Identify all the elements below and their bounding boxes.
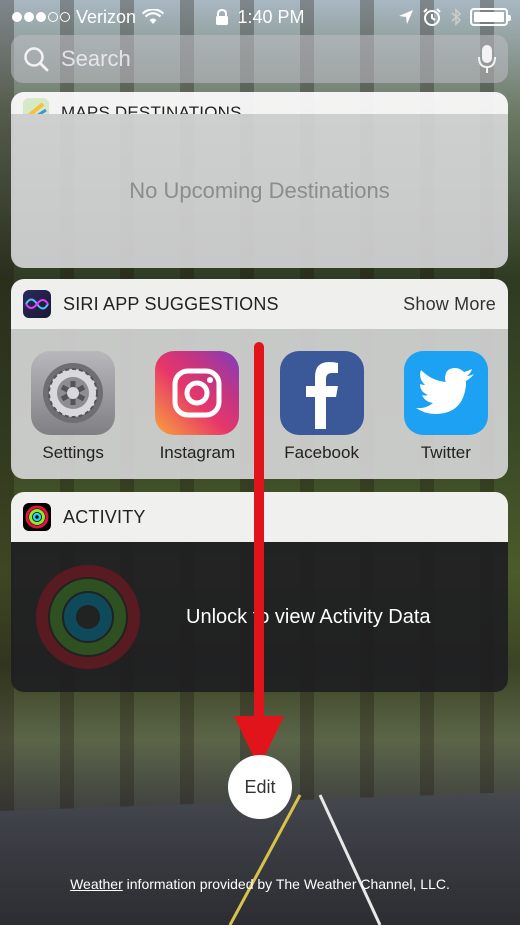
- app-label: Settings: [42, 443, 104, 462]
- maps-empty-message: No Upcoming Destinations: [129, 178, 390, 203]
- widget-body: No Upcoming Destinations: [11, 114, 508, 268]
- instagram-icon: [155, 351, 240, 435]
- facebook-icon: [279, 351, 364, 435]
- carrier-name: Verizon: [76, 6, 137, 27]
- lock-icon: [216, 9, 229, 25]
- maps-destinations-widget[interactable]: MAPS DESTINATIONS No Upcoming Destinatio…: [11, 92, 508, 268]
- app-instagram[interactable]: Instagram: [142, 351, 252, 479]
- widget-title: ACTIVITY: [63, 506, 146, 527]
- activity-icon: [23, 503, 51, 531]
- widget-title: SIRI APP SUGGESTIONS: [63, 293, 279, 314]
- widget-header[interactable]: MAPS DESTINATIONS: [11, 92, 508, 114]
- microphone-icon[interactable]: [478, 44, 496, 74]
- twitter-icon: [403, 351, 488, 435]
- weather-attribution: Weather information provided by The Weat…: [0, 876, 520, 892]
- edit-button[interactable]: Edit: [228, 755, 292, 819]
- search-placeholder[interactable]: Search: [61, 46, 478, 72]
- weather-link[interactable]: Weather: [70, 876, 123, 892]
- location-icon: [399, 10, 413, 24]
- app-label: Facebook: [284, 443, 359, 462]
- battery-icon: [470, 8, 511, 26]
- app-label: Twitter: [420, 443, 471, 462]
- status-bar: Verizon 1:40 PM: [0, 0, 520, 34]
- settings-icon: [31, 351, 116, 435]
- activity-rings-icon: [36, 565, 140, 669]
- search-bar[interactable]: Search: [11, 35, 508, 83]
- status-time: 1:40 PM: [237, 6, 305, 27]
- app-label: Instagram: [159, 443, 236, 462]
- annotation-arrow-shaft: [254, 342, 264, 727]
- wifi-icon: [142, 9, 165, 24]
- app-settings[interactable]: Settings: [18, 351, 128, 479]
- siri-icon: [23, 290, 51, 318]
- show-more-button[interactable]: Show More: [403, 294, 496, 315]
- app-twitter[interactable]: Twitter: [391, 351, 501, 479]
- search-icon: [24, 47, 49, 72]
- alarm-icon: [423, 8, 441, 26]
- widget-header[interactable]: SIRI APP SUGGESTIONS Show More: [11, 279, 508, 329]
- widget-title: MAPS DESTINATIONS: [61, 103, 242, 114]
- app-facebook[interactable]: Facebook: [267, 351, 377, 479]
- attribution-text: information provided by The Weather Chan…: [122, 876, 450, 892]
- maps-icon: [23, 98, 49, 114]
- signal-strength-icon: [12, 12, 70, 22]
- bluetooth-icon: [451, 8, 462, 26]
- activity-locked-message: Unlock to view Activity Data: [186, 605, 431, 628]
